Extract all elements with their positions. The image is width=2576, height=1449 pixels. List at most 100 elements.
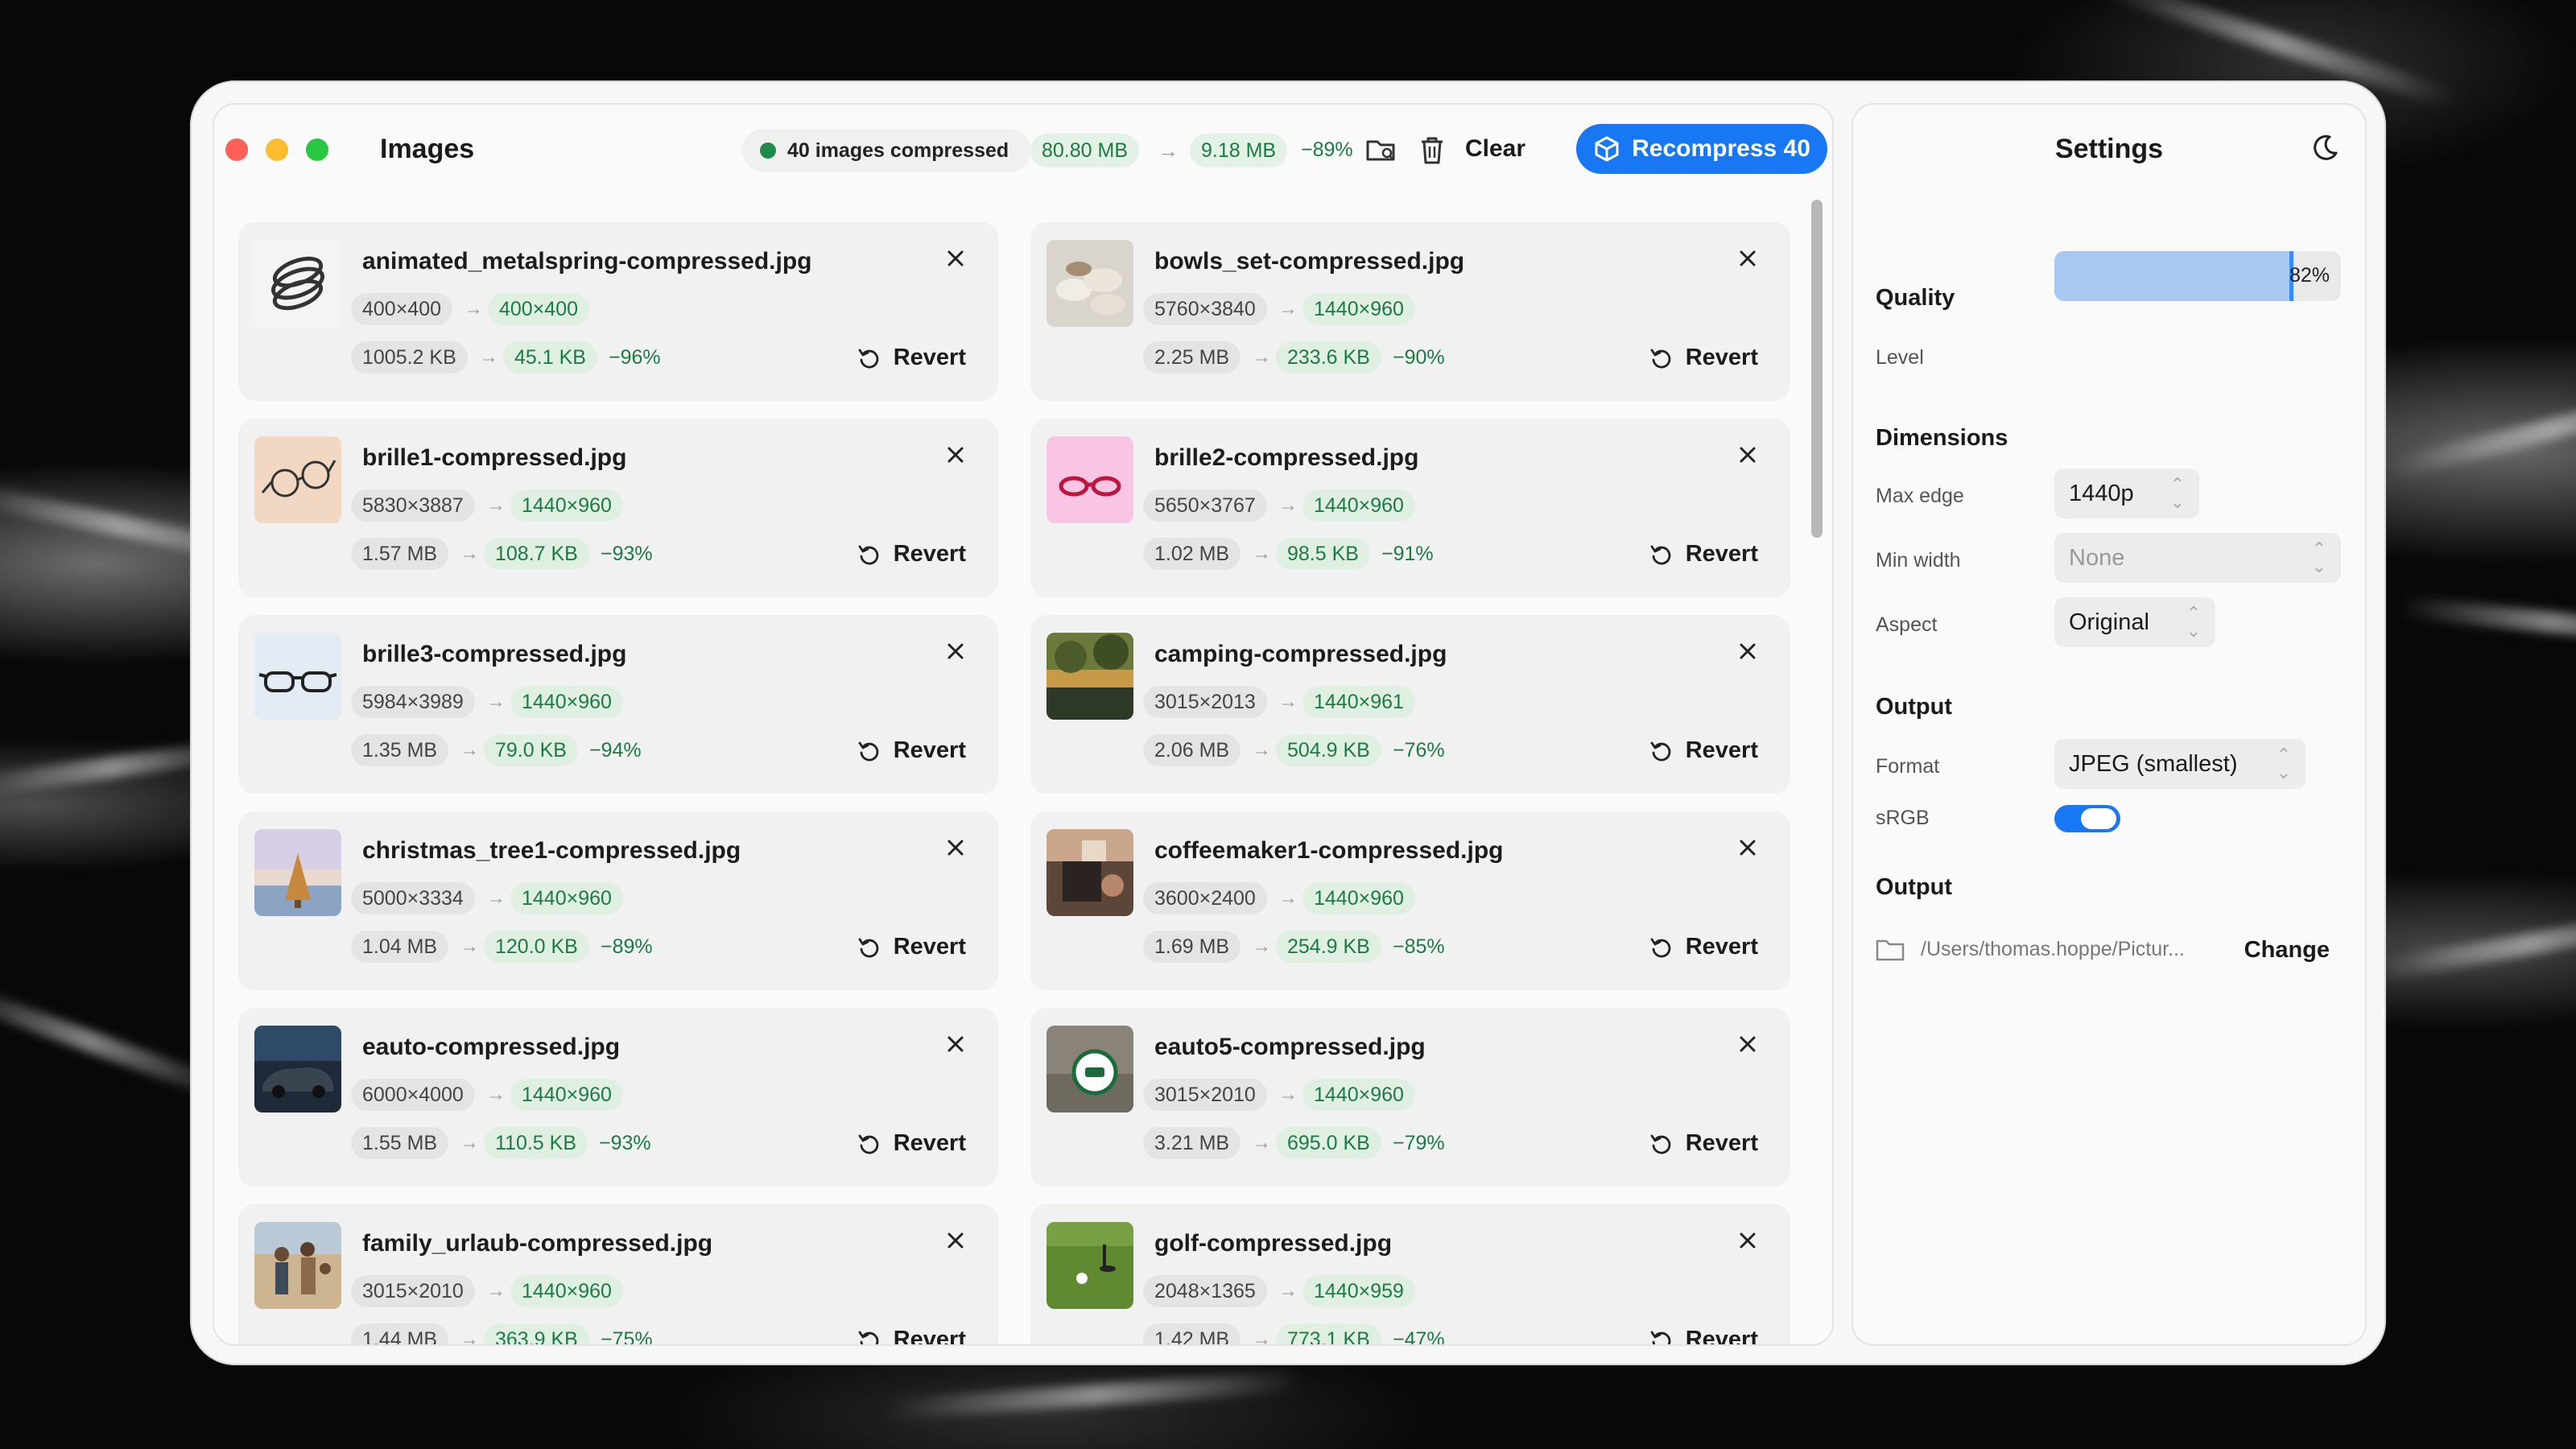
image-card[interactable]: brille2-compressed.jpg 5650×3767 → 1440×960… bbox=[1030, 419, 1790, 597]
revert-button[interactable]: Revert bbox=[857, 345, 966, 371]
revert-button[interactable]: Revert bbox=[1649, 345, 1758, 371]
settings-title: Settings bbox=[2054, 134, 2164, 164]
revert-button[interactable]: Revert bbox=[857, 541, 966, 568]
size-before: 1005.2 KB bbox=[351, 341, 468, 374]
revert-button[interactable]: Revert bbox=[857, 737, 966, 764]
aspect-label: Aspect bbox=[1876, 613, 1938, 636]
dimensions-after: 1440×960 bbox=[510, 882, 623, 914]
close-icon bbox=[947, 1232, 964, 1249]
chevron-updown-icon: ⌃ ⌄ bbox=[2276, 745, 2291, 782]
output-path: /Users/thomas.hoppe/Pictur... bbox=[1921, 937, 2185, 960]
min-width-stepper[interactable]: None ⌃ ⌄ bbox=[2054, 533, 2341, 583]
image-card[interactable]: eauto-compressed.jpg 6000×4000 → 1440×960 1.… bbox=[238, 1008, 998, 1187]
image-card[interactable]: golf-compressed.jpg 2048×1365 → 1440×959 1.4… bbox=[1030, 1204, 1790, 1346]
max-edge-label: Max edge bbox=[1876, 485, 1964, 507]
file-name: camping-compressed.jpg bbox=[1154, 641, 1447, 667]
total-size-after: 9.18 MB bbox=[1190, 134, 1288, 167]
status-badge: 40 images compressed bbox=[742, 129, 1032, 172]
zoom-window-button[interactable] bbox=[306, 138, 328, 161]
size-after: 79.0 KB bbox=[484, 734, 578, 766]
remove-image-button[interactable] bbox=[943, 1228, 968, 1253]
size-after: 695.0 KB bbox=[1276, 1127, 1381, 1159]
remove-image-button[interactable] bbox=[1736, 443, 1760, 467]
image-thumbnail bbox=[254, 829, 341, 916]
revert-button[interactable]: Revert bbox=[1649, 1130, 1758, 1157]
quality-level-label: Level bbox=[1876, 346, 1924, 369]
image-card[interactable]: brille1-compressed.jpg 5830×3887 → 1440×960… bbox=[238, 419, 998, 597]
image-card[interactable]: coffeemaker1-compressed.jpg 3600×2400 → 144… bbox=[1030, 811, 1790, 990]
remove-image-button[interactable] bbox=[943, 836, 968, 860]
min-width-label: Min width bbox=[1876, 549, 1961, 572]
revert-button[interactable]: Revert bbox=[1649, 541, 1758, 568]
revert-button[interactable]: Revert bbox=[1649, 737, 1758, 764]
remove-image-button[interactable] bbox=[943, 1032, 968, 1056]
min-width-value: None bbox=[2069, 544, 2125, 571]
image-card[interactable]: bowls_set-compressed.jpg 5760×3840 → 1440×9… bbox=[1030, 222, 1790, 401]
revert-button[interactable]: Revert bbox=[857, 1327, 966, 1344]
image-card[interactable]: family_urlaub-compressed.jpg 3015×2010 → 14… bbox=[238, 1204, 998, 1344]
close-icon bbox=[947, 643, 964, 659]
minimize-window-button[interactable] bbox=[266, 138, 288, 161]
reduction-percent: −93% bbox=[601, 543, 653, 565]
arrow-right-icon: → bbox=[1278, 887, 1298, 909]
remove-image-button[interactable] bbox=[943, 246, 968, 270]
quality-value: 82% bbox=[2289, 264, 2330, 287]
revert-button[interactable]: Revert bbox=[857, 934, 966, 960]
reduction-percent: −91% bbox=[1381, 543, 1434, 565]
image-card[interactable]: brille3-compressed.jpg 5984×3989 → 1440×960… bbox=[238, 615, 998, 794]
quality-heading: Quality bbox=[1876, 285, 1955, 311]
stepper-icon: ⌃ ⌄ bbox=[2311, 539, 2326, 576]
dark-mode-toggle[interactable] bbox=[2309, 132, 2341, 164]
reveal-folder-button[interactable] bbox=[1365, 135, 1397, 164]
revert-icon bbox=[1650, 938, 1671, 957]
dimensions-after: 1440×960 bbox=[1302, 1079, 1415, 1111]
close-window-button[interactable] bbox=[225, 138, 248, 161]
size-before: 1.42 MB bbox=[1143, 1323, 1241, 1344]
dimensions-after: 1440×960 bbox=[510, 489, 623, 522]
clear-button[interactable] bbox=[1417, 134, 1447, 166]
reduction-percent: −96% bbox=[609, 346, 661, 369]
size-before: 2.25 MB bbox=[1143, 341, 1241, 374]
image-card[interactable]: camping-compressed.jpg 3015×2013 → 1440×961… bbox=[1030, 615, 1790, 794]
remove-image-button[interactable] bbox=[1736, 639, 1760, 663]
remove-image-button[interactable] bbox=[943, 443, 968, 467]
change-output-button[interactable]: Change bbox=[2244, 937, 2330, 964]
reduction-percent: −47% bbox=[1393, 1328, 1445, 1346]
remove-image-button[interactable] bbox=[1736, 246, 1760, 270]
status-dot-icon bbox=[760, 142, 776, 159]
revert-icon bbox=[858, 938, 879, 957]
revert-button[interactable]: Revert bbox=[1649, 934, 1758, 960]
revert-label: Revert bbox=[1685, 1327, 1758, 1346]
max-edge-select[interactable]: 1440p ⌃ ⌄ bbox=[2054, 469, 2199, 518]
image-card[interactable]: animated_metalspring-compressed.jpg 400×4… bbox=[238, 222, 998, 401]
size-after: 45.1 KB bbox=[503, 341, 597, 374]
dimensions-before: 6000×4000 bbox=[351, 1079, 475, 1111]
srgb-toggle[interactable] bbox=[2054, 805, 2120, 832]
remove-image-button[interactable] bbox=[943, 639, 968, 663]
folder-search-icon bbox=[1366, 140, 1395, 161]
revert-button[interactable]: Revert bbox=[1649, 1327, 1758, 1346]
image-thumbnail bbox=[1046, 1026, 1133, 1113]
file-name: brille2-compressed.jpg bbox=[1154, 444, 1419, 471]
dimensions-before: 5000×3334 bbox=[351, 882, 475, 914]
image-thumbnail bbox=[254, 633, 341, 720]
recompress-button[interactable]: Recompress 40 bbox=[1576, 124, 1827, 174]
total-reduction: −89% bbox=[1301, 138, 1353, 161]
arrow-right-icon: → bbox=[1252, 935, 1271, 957]
image-card[interactable]: eauto5-compressed.jpg 3015×2010 → 1440×960 3… bbox=[1030, 1008, 1790, 1187]
size-before: 3.21 MB bbox=[1143, 1127, 1241, 1159]
arrow-right-icon: → bbox=[1278, 1084, 1298, 1105]
quality-slider-fill bbox=[2054, 251, 2293, 301]
quality-slider[interactable]: 82% bbox=[2054, 251, 2341, 301]
remove-image-button[interactable] bbox=[1736, 1032, 1760, 1056]
aspect-select[interactable]: Original ⌃ ⌄ bbox=[2054, 597, 2215, 647]
file-name: eauto-compressed.jpg bbox=[362, 1034, 621, 1060]
image-card[interactable]: christmas_tree1-compressed.jpg 5000×3334 →… bbox=[238, 811, 998, 990]
scrollbar-thumb[interactable] bbox=[1811, 200, 1823, 538]
clear-label[interactable]: Clear bbox=[1465, 135, 1525, 163]
revert-button[interactable]: Revert bbox=[857, 1130, 966, 1157]
dimensions-after: 1440×959 bbox=[1302, 1275, 1415, 1307]
format-select[interactable]: JPEG (smallest) ⌃ ⌄ bbox=[2054, 739, 2306, 789]
remove-image-button[interactable] bbox=[1736, 1228, 1760, 1253]
remove-image-button[interactable] bbox=[1736, 836, 1760, 860]
